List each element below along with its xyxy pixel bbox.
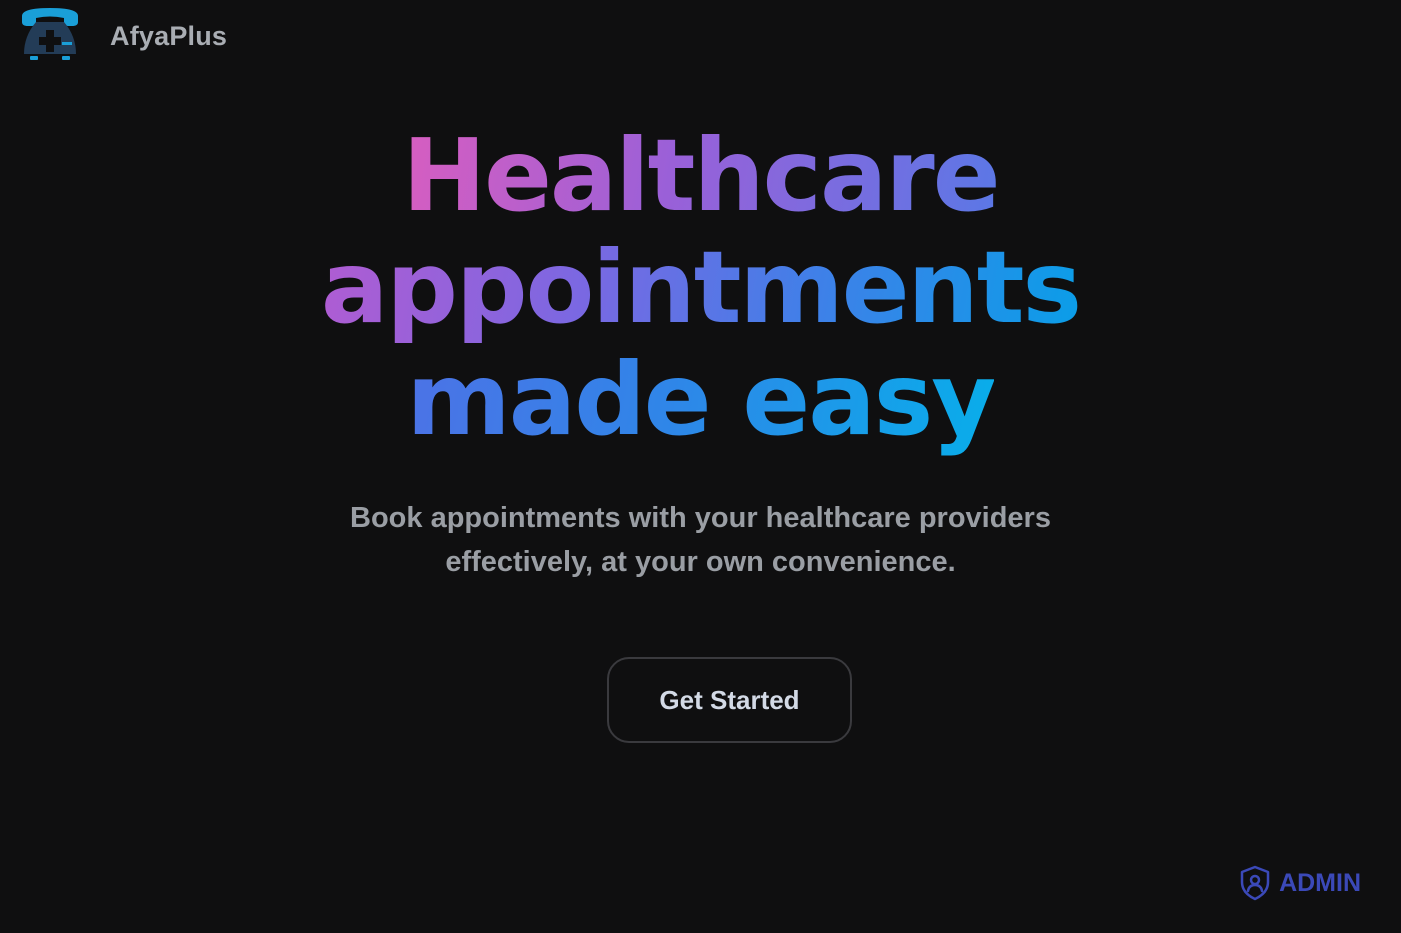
admin-label: ADMIN	[1279, 868, 1361, 897]
get-started-button[interactable]: Get Started	[607, 657, 852, 743]
shield-user-icon	[1240, 865, 1270, 901]
admin-link[interactable]: ADMIN	[1239, 865, 1361, 901]
header: AfyaPlus	[18, 6, 227, 66]
landing-page: AfyaPlus Healthcare appointments made ea…	[0, 0, 1401, 933]
hero-title: Healthcare appointments made easy	[0, 120, 1401, 456]
hero-title-line-2: appointments	[320, 229, 1082, 346]
brand-name[interactable]: AfyaPlus	[110, 21, 227, 52]
hero-subtitle: Book appointments with your healthcare p…	[350, 502, 1051, 578]
phone-medical-icon[interactable]	[18, 6, 82, 66]
hero-title-line-3: made easy	[406, 341, 997, 458]
hero-title-line-1: Healthcare	[402, 117, 1000, 234]
